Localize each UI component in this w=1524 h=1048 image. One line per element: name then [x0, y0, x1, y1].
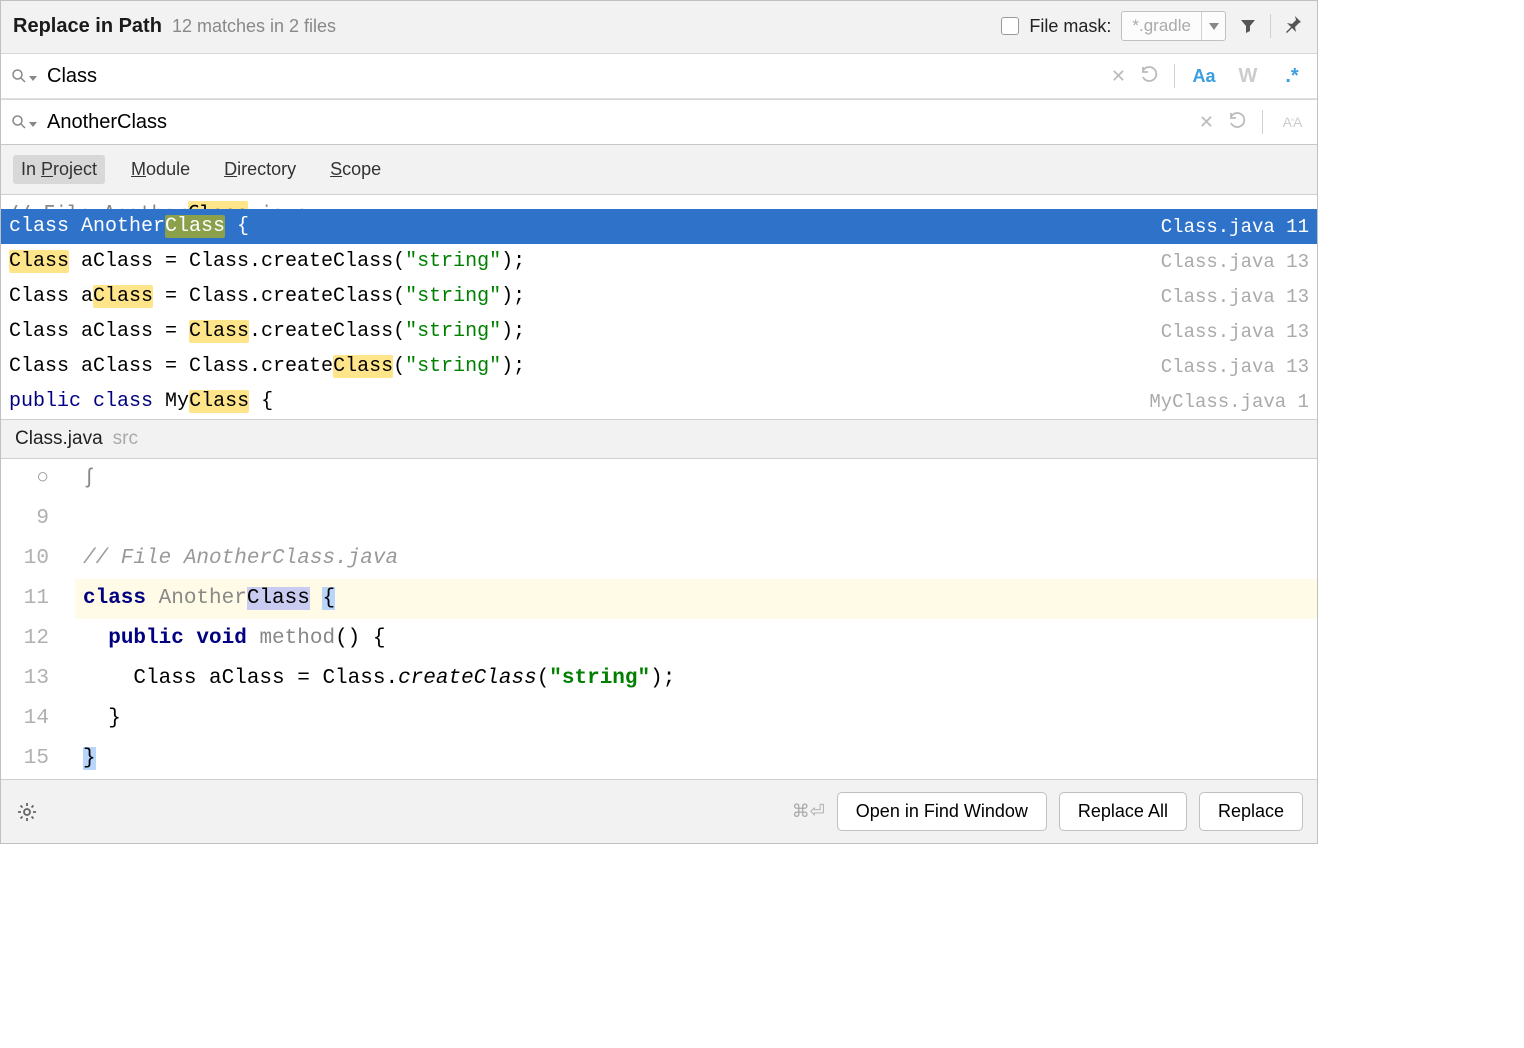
result-row[interactable]: Class aClass = Class.createClass("string…	[1, 279, 1317, 314]
line-gutter: ○9101112131415	[1, 459, 65, 779]
result-row[interactable]: Class aClass = Class.createClass("string…	[1, 314, 1317, 349]
dialog-title: Replace in Path	[13, 15, 162, 38]
search-icon	[11, 68, 27, 84]
replace-input[interactable]	[47, 111, 1199, 134]
search-input[interactable]	[47, 65, 1111, 88]
preserve-case-toggle[interactable]: A“A	[1277, 108, 1307, 136]
shortcut-hint: ⌘⏎	[792, 801, 825, 822]
clear-replace-button[interactable]: ✕	[1199, 112, 1214, 133]
file-mask-combo[interactable]: *.gradle	[1121, 11, 1226, 41]
settings-button[interactable]	[15, 800, 39, 824]
funnel-icon	[1239, 17, 1257, 35]
preview-file-name: Class.java	[15, 428, 103, 450]
pin-icon	[1283, 14, 1303, 38]
result-file-info: Class.java 13	[1161, 321, 1309, 343]
replace-all-button[interactable]: Replace All	[1059, 792, 1187, 831]
result-file-info: MyClass.java 1	[1149, 391, 1309, 413]
search-field-row: ✕ Aa W .*	[1, 53, 1317, 99]
results-list: // File AnotherClass.java class AnotherC…	[1, 195, 1317, 419]
result-row[interactable]: public class MyClass {MyClass.java 1	[1, 384, 1317, 419]
file-mask-checkbox[interactable]	[1001, 17, 1019, 35]
separator	[1270, 14, 1271, 38]
replace-history-icon[interactable]	[1228, 110, 1248, 134]
scope-tab-module[interactable]: Module	[123, 155, 198, 184]
preview-path: src	[113, 428, 138, 450]
result-file-info: Class.java 13	[1161, 251, 1309, 273]
preview-header: Class.java src	[1, 419, 1317, 459]
open-in-find-window-button[interactable]: Open in Find Window	[837, 792, 1047, 831]
scope-tab-directory[interactable]: Directory	[216, 155, 304, 184]
replace-history-caret[interactable]	[29, 122, 37, 127]
result-file-info: Class.java 13	[1161, 286, 1309, 308]
preview-editor[interactable]: ○9101112131415 ʃ // File AnotherClass.ja…	[1, 459, 1317, 779]
search-history-icon[interactable]	[1140, 64, 1160, 88]
result-row[interactable]: Class aClass = Class.createClass("string…	[1, 244, 1317, 279]
separator	[1174, 64, 1175, 88]
result-file-info: Class.java 13	[1161, 356, 1309, 378]
result-file-info: Class.java 11	[1161, 216, 1309, 238]
search-history-caret[interactable]	[29, 76, 37, 81]
partial-result-row: // File AnotherClass.java	[1, 195, 1317, 209]
scope-tab-scope[interactable]: Scope	[322, 155, 389, 184]
search-icon	[11, 114, 27, 130]
pin-button[interactable]	[1281, 14, 1305, 38]
dialog-header: Replace in Path 12 matches in 2 files Fi…	[1, 1, 1317, 53]
chevron-down-icon	[1209, 23, 1219, 30]
file-mask-value: *.gradle	[1122, 16, 1201, 36]
result-row[interactable]: class AnotherClass {Class.java 11	[1, 209, 1317, 244]
clear-search-button[interactable]: ✕	[1111, 66, 1126, 87]
replace-field-row: ✕ A“A	[1, 99, 1317, 145]
match-count: 12 matches in 2 files	[172, 16, 336, 37]
result-row[interactable]: Class aClass = Class.createClass("string…	[1, 349, 1317, 384]
match-case-toggle[interactable]: Aa	[1189, 62, 1219, 90]
code-area[interactable]: ʃ // File AnotherClass.javaclass Another…	[75, 459, 1317, 779]
replace-button[interactable]: Replace	[1199, 792, 1303, 831]
file-mask-caret[interactable]	[1201, 12, 1225, 40]
scope-tab-in-project[interactable]: In Project	[13, 155, 105, 184]
regex-toggle[interactable]: .*	[1277, 62, 1307, 90]
words-toggle[interactable]: W	[1233, 62, 1263, 90]
dialog-footer: ⌘⏎ Open in Find Window Replace All Repla…	[1, 779, 1317, 843]
scope-tabs: In Project Module Directory Scope	[1, 145, 1317, 195]
replace-in-path-dialog: Replace in Path 12 matches in 2 files Fi…	[0, 0, 1318, 844]
separator	[1262, 110, 1263, 134]
file-mask-label: File mask:	[1029, 16, 1111, 37]
filter-button[interactable]	[1236, 14, 1260, 38]
